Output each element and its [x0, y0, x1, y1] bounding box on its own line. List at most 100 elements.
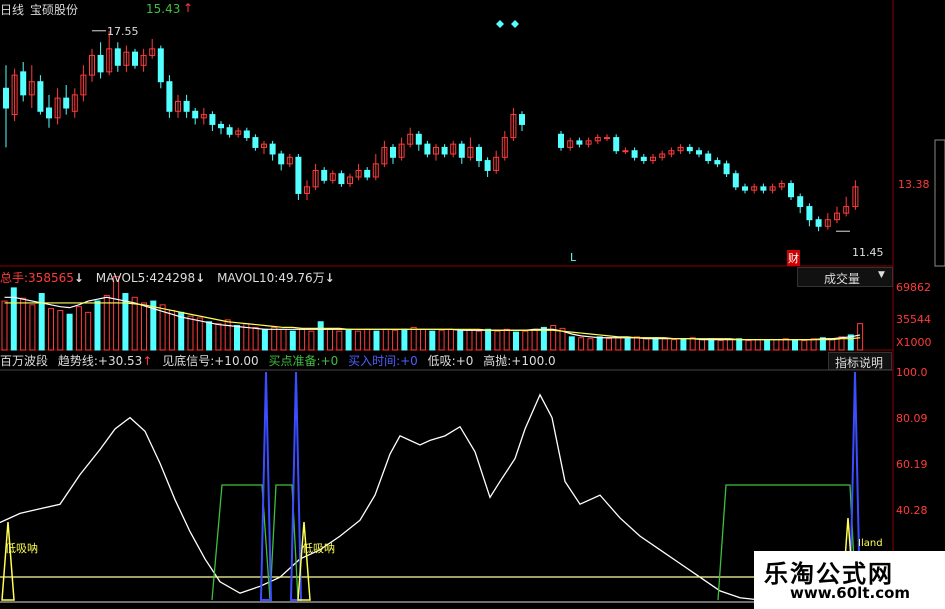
volume-bar	[587, 338, 594, 351]
volume-bar	[206, 321, 213, 351]
watermark-url: www.60lt.com	[790, 584, 911, 602]
volume-bar	[75, 306, 82, 351]
volume-bar	[661, 338, 668, 351]
volume-bar	[475, 330, 482, 351]
candle-body	[415, 133, 422, 145]
candle-body	[192, 110, 199, 119]
marker-cai[interactable]: 财	[787, 250, 800, 266]
total-volume-arrow-icon: ↓	[73, 271, 84, 285]
volume-bar	[234, 325, 240, 351]
candle-body	[797, 196, 804, 208]
volume-bar	[382, 328, 389, 351]
indicator-dropdown-label: 成交量	[824, 272, 861, 286]
explain-button[interactable]: 指标说明	[828, 352, 892, 370]
volume-bar	[308, 330, 315, 351]
total-volume-value: 358565	[28, 271, 74, 285]
volume-bar	[401, 328, 408, 351]
indicator-axis-tick-3: 60.19	[896, 458, 928, 471]
volume-bar	[689, 337, 696, 351]
candle-body	[20, 71, 27, 96]
volume-bar	[857, 323, 864, 351]
candle-body	[166, 81, 173, 112]
indicator-dropdown[interactable]: 成交量 ▼	[797, 267, 893, 287]
signal-value: +10.00	[214, 354, 259, 368]
volume-bar	[410, 326, 417, 351]
volume-bar	[708, 338, 715, 351]
volume-bar	[792, 339, 798, 351]
candle-body	[63, 97, 70, 109]
volume-bar	[373, 330, 380, 351]
volume-bar	[66, 313, 73, 351]
explain-button-label: 指标说明	[835, 356, 884, 370]
volume-axis-tick-3: X1000	[896, 336, 932, 349]
volume-bar	[568, 336, 575, 351]
mavol5-value: 424298	[149, 271, 196, 285]
marker-l: L	[570, 251, 577, 264]
volume-bar	[438, 329, 445, 351]
indicator-axis-tick-1: 100.0	[896, 366, 928, 379]
period-label[interactable]: 日线	[0, 1, 24, 18]
candle-body	[295, 156, 302, 194]
trend-value: +30.53	[97, 354, 143, 368]
annotation-lowbuy-2: 低吸呐	[302, 542, 335, 555]
volume-bar	[1, 300, 8, 351]
candle-body	[278, 153, 285, 165]
mavol5-label: MAVOL5:	[95, 271, 150, 285]
buytime-label: 买入时间:	[348, 354, 401, 368]
candle-body	[132, 51, 138, 66]
volume-bar	[103, 294, 110, 351]
buytime-spike	[259, 371, 273, 601]
volume-bar	[606, 338, 612, 351]
candle-body	[484, 160, 491, 171]
indicator-axis-tick-2: 80.09	[896, 412, 928, 425]
candle-body	[458, 143, 465, 158]
volume-bar	[745, 340, 752, 351]
trend-arrow-icon: ↑	[142, 354, 153, 368]
stock-chart	[0, 0, 945, 609]
volume-bar	[466, 329, 473, 351]
volume-bar	[392, 329, 399, 351]
candle-body	[441, 146, 448, 155]
candle-body	[558, 133, 564, 148]
candle-body	[321, 169, 328, 181]
prepare-value: +0	[320, 354, 339, 368]
highsell-value: +100.0	[511, 354, 556, 368]
volume-bar	[429, 330, 436, 351]
diamond-marker-icon	[511, 20, 519, 28]
mavol10-value: 49.76万	[278, 271, 325, 285]
volume-bar	[252, 326, 259, 351]
candle-body	[640, 156, 647, 162]
volume-bar	[289, 330, 296, 351]
candle-body	[3, 87, 9, 109]
volume-bar	[633, 336, 640, 351]
side-scroll-frame	[934, 139, 945, 267]
candle-body	[364, 169, 371, 178]
volume-axis-tick-2: 35544	[896, 313, 931, 326]
prepare-label: 买点准备:	[268, 354, 321, 368]
candle-body	[114, 48, 121, 66]
volume-bar	[578, 337, 585, 351]
trend-label: 趋势线:	[57, 354, 98, 368]
volume-bar	[503, 328, 510, 351]
volume-bar	[643, 338, 650, 351]
mavol10-arrow-icon: ↓	[324, 271, 335, 285]
volume-bar	[699, 339, 705, 351]
candle-body	[806, 206, 813, 221]
candle-body	[760, 186, 767, 191]
candle-body	[252, 137, 259, 148]
candle-body	[613, 137, 620, 152]
current-price: 15.43	[146, 2, 181, 16]
volume-bar	[280, 328, 287, 351]
candle-body	[622, 150, 629, 153]
chevron-down-icon: ▼	[878, 270, 885, 280]
candle-body	[815, 219, 822, 227]
volume-bar	[187, 315, 194, 351]
volume-bar	[513, 331, 519, 351]
volume-bar	[299, 328, 306, 351]
annotation-lowbuy-1: 低吸呐	[5, 542, 38, 555]
volume-bar	[57, 309, 64, 351]
volume-bar	[94, 300, 101, 351]
candle-body	[696, 150, 702, 155]
volume-bar	[531, 328, 538, 351]
volume-bar	[215, 323, 222, 351]
